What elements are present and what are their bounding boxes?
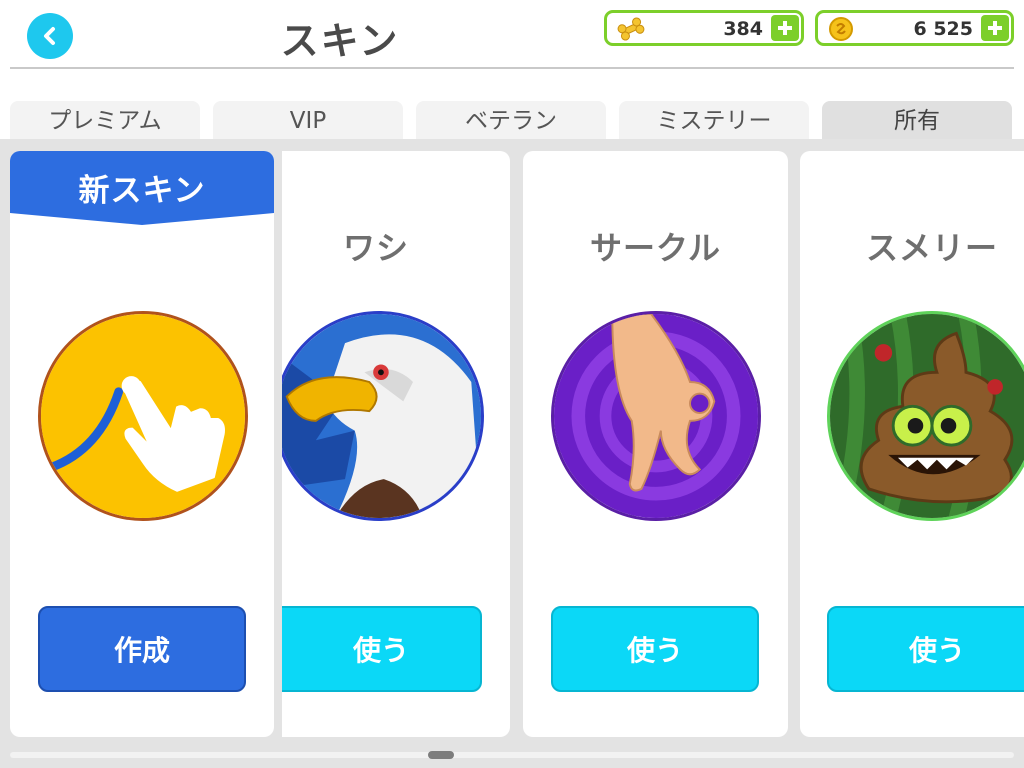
add-coins-button[interactable]	[981, 15, 1009, 41]
use-button[interactable]: 使う	[827, 606, 1024, 692]
use-button[interactable]: 使う	[282, 606, 482, 692]
bones-counter: 384	[604, 10, 804, 46]
eagle-avatar	[282, 311, 484, 521]
new-skin-banner-label: 新スキン	[78, 173, 206, 209]
poop-avatar	[827, 311, 1024, 521]
page-title: スキン	[280, 19, 400, 63]
plus-icon	[778, 21, 792, 35]
add-bones-button[interactable]	[771, 15, 799, 41]
tab-veteran[interactable]: ベテラン	[416, 101, 606, 139]
hand-draw-icon	[38, 311, 248, 521]
horizontal-scrollbar[interactable]	[10, 752, 1014, 758]
skin-card-smelly: スメリー 使う	[800, 151, 1024, 737]
skin-title: スメリー	[865, 229, 998, 267]
tab-owned[interactable]: 所有	[822, 101, 1012, 139]
tab-mystery[interactable]: ミステリー	[619, 101, 809, 139]
skin-card-eagle: ワシ 使う	[282, 151, 510, 737]
use-button[interactable]: 使う	[551, 606, 759, 692]
coin-icon	[829, 17, 853, 41]
skin-card-circle: サークル 使う	[523, 151, 788, 737]
coins-value: 6 525	[913, 18, 974, 40]
coins-counter: 6 525	[815, 10, 1014, 46]
tab-vip[interactable]: VIP	[213, 101, 403, 139]
skin-carousel[interactable]: 新スキン 作成 ワシ 使う サークル 使う スメリー 使う	[0, 139, 1024, 768]
ok-hand-avatar	[551, 311, 761, 521]
header-divider	[10, 67, 1014, 69]
skin-card-new: 新スキン 作成	[10, 151, 274, 737]
plus-icon	[988, 21, 1002, 35]
skin-title: ワシ	[342, 229, 409, 267]
bones-value: 384	[723, 18, 763, 40]
tab-premium[interactable]: プレミアム	[10, 101, 200, 139]
bone-icon	[617, 17, 645, 41]
create-button[interactable]: 作成	[38, 606, 246, 692]
scrollbar-thumb[interactable]	[428, 751, 454, 759]
skin-title: サークル	[589, 229, 722, 267]
